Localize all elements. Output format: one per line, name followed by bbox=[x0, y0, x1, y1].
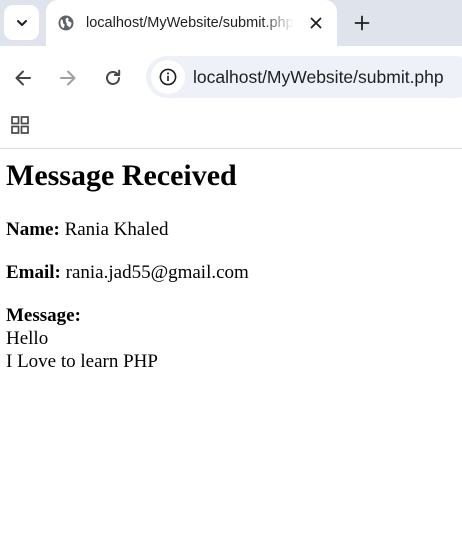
tab-title: localhost/MyWebsite/submit.php bbox=[86, 15, 294, 31]
url-text[interactable]: localhost/MyWebsite/submit.php bbox=[193, 66, 444, 88]
page-title: Message Received bbox=[6, 159, 237, 192]
close-icon bbox=[310, 17, 322, 29]
site-info-button[interactable] bbox=[151, 60, 185, 94]
message-field: Message: bbox=[6, 304, 81, 327]
browser-toolbar: localhost/MyWebsite/submit.php bbox=[0, 46, 462, 108]
tab-strip: localhost/MyWebsite/submit.php bbox=[0, 0, 462, 46]
address-bar[interactable]: localhost/MyWebsite/submit.php bbox=[146, 56, 462, 98]
globe-icon bbox=[58, 15, 74, 31]
email-field: Email: rania.jad55@gmail.com bbox=[6, 261, 249, 284]
message-line: Hello bbox=[6, 328, 49, 349]
reload-button[interactable] bbox=[98, 63, 128, 93]
message-label: Message: bbox=[6, 305, 81, 326]
tab-search-button[interactable] bbox=[4, 5, 39, 40]
active-tab[interactable]: localhost/MyWebsite/submit.php bbox=[46, 0, 337, 46]
info-icon bbox=[159, 68, 177, 86]
bookmarks-bar bbox=[0, 108, 462, 149]
chevron-down-icon bbox=[16, 19, 27, 26]
arrow-right-icon bbox=[60, 70, 76, 86]
name-field: Name: Rania Khaled bbox=[6, 218, 169, 241]
new-tab-button[interactable] bbox=[350, 11, 374, 35]
apps-grid-icon bbox=[11, 116, 29, 134]
apps-button[interactable] bbox=[8, 113, 32, 137]
page-content: Message Received Name: Rania Khaled Emai… bbox=[0, 149, 462, 551]
email-value: rania.jad55@gmail.com bbox=[65, 262, 249, 283]
name-label: Name: bbox=[6, 219, 60, 240]
name-value: Rania Khaled bbox=[64, 219, 169, 240]
reload-icon bbox=[106, 69, 121, 85]
forward-button[interactable] bbox=[53, 63, 83, 93]
tab-close-button[interactable] bbox=[306, 13, 326, 33]
message-line: I Love to learn PHP bbox=[6, 351, 158, 372]
plus-icon bbox=[354, 15, 370, 31]
email-label: Email: bbox=[6, 262, 61, 283]
arrow-left-icon bbox=[15, 70, 31, 86]
back-button[interactable] bbox=[8, 63, 38, 93]
